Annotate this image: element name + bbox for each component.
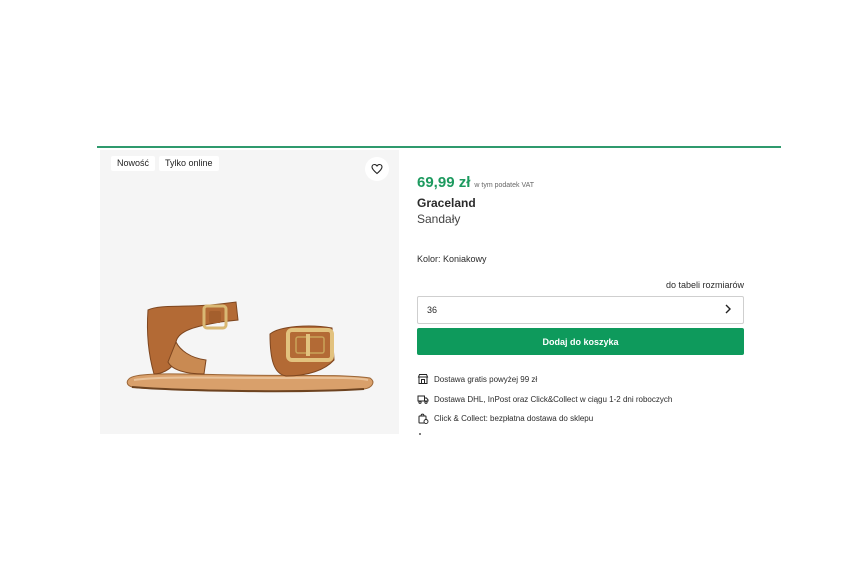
list-overflow-dot [419, 433, 421, 435]
size-table-link[interactable]: do tabeli rozmiarów [666, 280, 744, 290]
top-divider [97, 146, 781, 148]
add-to-cart-button[interactable]: Dodaj do koszyka [417, 328, 744, 355]
delivery-item-click-collect: Click & Collect: bezpłatna dostawa do sk… [417, 412, 593, 424]
product-image-gallery[interactable]: Nowość Tylko online [100, 150, 399, 434]
delivery-item-couriers: Dostawa DHL, InPost oraz Click&Collect w… [417, 393, 672, 405]
badge-new: Nowość [111, 156, 156, 171]
color-label: Kolor: [417, 254, 441, 264]
bag-icon [418, 413, 429, 424]
heart-icon [371, 163, 383, 175]
color-value: Koniakowy [443, 254, 487, 264]
color-row: Kolor: Koniakowy [417, 254, 487, 264]
chevron-right-icon [725, 304, 731, 314]
delivery-text: Click & Collect: bezpłatna dostawa do sk… [434, 413, 594, 423]
size-select[interactable]: 36 [417, 296, 744, 324]
price-row: 69,99 zł w tym podatek VAT [417, 174, 534, 192]
product-brand: Graceland [417, 196, 476, 210]
delivery-text: Dostawa gratis powyżej 99 zł [434, 374, 538, 384]
delivery-text: Dostawa DHL, InPost oraz Click&Collect w… [434, 394, 673, 404]
truck-icon [417, 395, 429, 404]
delivery-item-free-shipping: Dostawa gratis powyżej 99 zł [417, 373, 537, 385]
badge-online-only: Tylko online [159, 156, 219, 171]
size-selected-value: 36 [427, 305, 438, 315]
vat-note: w tym podatek VAT [474, 182, 535, 189]
product-image-sandal [126, 301, 374, 393]
wishlist-button[interactable] [365, 157, 389, 181]
product-category: Sandały [417, 212, 461, 226]
price: 69,99 zł [417, 174, 471, 191]
store-icon [417, 374, 429, 384]
